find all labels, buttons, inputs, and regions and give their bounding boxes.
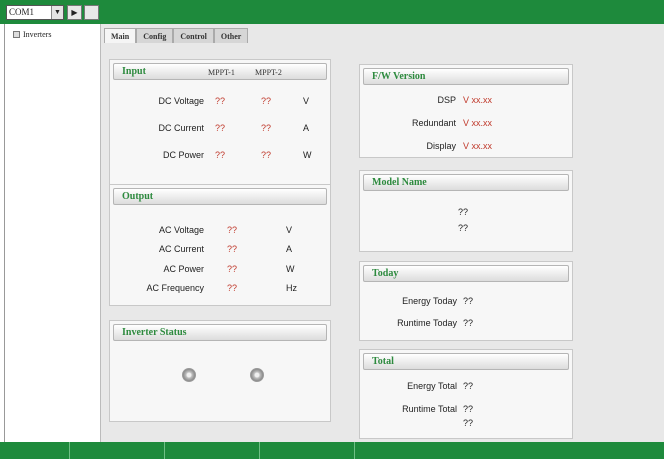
ac-frequency-unit: Hz (286, 283, 297, 293)
dc-voltage-label: DC Voltage (158, 96, 204, 106)
ac-frequency-value: ?? (227, 283, 238, 293)
today-panel: Today Energy Today ?? Runtime Today ?? (359, 261, 573, 341)
play-icon: ▶ (71, 8, 78, 17)
redundant-label: Redundant (411, 118, 456, 128)
tree-item-label: Inverters (23, 30, 52, 39)
status-segment (260, 442, 355, 459)
ac-voltage-label: AC Voltage (158, 225, 204, 235)
runtime-today-label: Runtime Today (397, 318, 457, 328)
port-select[interactable]: COM1 ▼ (6, 5, 64, 20)
dc-current-mppt2: ?? (261, 123, 272, 133)
ac-power-label: AC Power (163, 264, 204, 274)
runtime-total-value: ?? (463, 404, 474, 414)
tree-item-inverters[interactable]: Inverters (13, 30, 51, 39)
connect-button[interactable]: ▶ (67, 5, 82, 20)
model-name-line2: ?? (458, 223, 469, 233)
model-name-panel: Model Name ?? ?? (359, 170, 573, 252)
energy-total-value: ?? (463, 381, 474, 391)
status-led-1 (182, 368, 196, 382)
total-title: Total (363, 353, 569, 370)
status-led-2 (250, 368, 264, 382)
top-toolbar: COM1 ▼ ▶ (0, 0, 664, 24)
ac-power-value: ?? (227, 264, 238, 274)
dsp-label: DSP (437, 95, 456, 105)
dc-voltage-mppt2: ?? (261, 96, 272, 106)
ac-frequency-label: AC Frequency (146, 283, 204, 293)
dc-power-mppt1: ?? (215, 150, 226, 160)
ac-current-label: AC Current (158, 244, 204, 254)
chevron-down-icon[interactable]: ▼ (51, 6, 63, 19)
ac-current-value: ?? (227, 244, 238, 254)
status-bar (0, 442, 664, 459)
ac-current-unit: A (286, 244, 293, 254)
tab-bar: Main Config Control Other (104, 28, 249, 44)
status-segment (0, 442, 70, 459)
dc-current-label: DC Current (158, 123, 204, 133)
dc-voltage-mppt1: ?? (215, 96, 226, 106)
inverter-icon (13, 31, 20, 38)
tab-control[interactable]: Control (173, 28, 214, 43)
ac-power-unit: W (286, 264, 295, 274)
device-tree: Inverters (4, 24, 101, 442)
dc-power-label: DC Power (162, 150, 204, 160)
total-panel: Total Energy Total ?? Runtime Total ?? ?… (359, 349, 573, 439)
inverter-status-title: Inverter Status (113, 324, 327, 341)
tab-main[interactable]: Main (104, 28, 137, 43)
dc-current-mppt1: ?? (215, 123, 226, 133)
ac-voltage-value: ?? (227, 225, 238, 235)
port-select-value: COM1 (9, 7, 35, 17)
energy-today-value: ?? (463, 296, 474, 306)
status-segment (165, 442, 260, 459)
dc-voltage-unit: V (303, 96, 310, 106)
inverter-status-panel: Inverter Status (109, 320, 331, 422)
dc-power-mppt2: ?? (261, 150, 272, 160)
today-title: Today (363, 265, 569, 282)
output-panel: Output AC Voltage ?? V AC Current ?? A A… (109, 184, 331, 306)
energy-today-label: Energy Today (402, 296, 457, 306)
status-segment (70, 442, 165, 459)
mppt2-header: MPPT-2 (255, 68, 282, 77)
runtime-today-value: ?? (463, 318, 474, 328)
model-name-title: Model Name (363, 174, 569, 191)
tab-config[interactable]: Config (136, 28, 174, 43)
dc-power-unit: W (303, 150, 312, 160)
redundant-version: V xx.xx (463, 118, 493, 128)
dsp-version: V xx.xx (463, 95, 493, 105)
dc-current-unit: A (303, 123, 310, 133)
runtime-total-label: Runtime Total (402, 404, 457, 414)
status-segment (355, 442, 664, 459)
toolbar-blank-button[interactable] (84, 5, 99, 20)
mppt1-header: MPPT-1 (208, 68, 235, 77)
fw-version-panel: F/W Version DSP V xx.xx Redundant V xx.x… (359, 64, 573, 158)
ac-voltage-unit: V (286, 225, 293, 235)
input-panel: Input MPPT-1 MPPT-2 DC Voltage ?? ?? V D… (109, 59, 331, 195)
display-version: V xx.xx (463, 141, 493, 151)
model-name-line1: ?? (458, 207, 469, 217)
energy-total-label: Energy Total (407, 381, 457, 391)
display-label: Display (426, 141, 456, 151)
main-content: Main Config Control Other Input MPPT-1 M… (101, 24, 664, 442)
runtime-total-extra: ?? (463, 418, 474, 428)
output-panel-title: Output (113, 188, 327, 205)
tab-other[interactable]: Other (213, 28, 249, 43)
fw-version-title: F/W Version (363, 68, 569, 85)
